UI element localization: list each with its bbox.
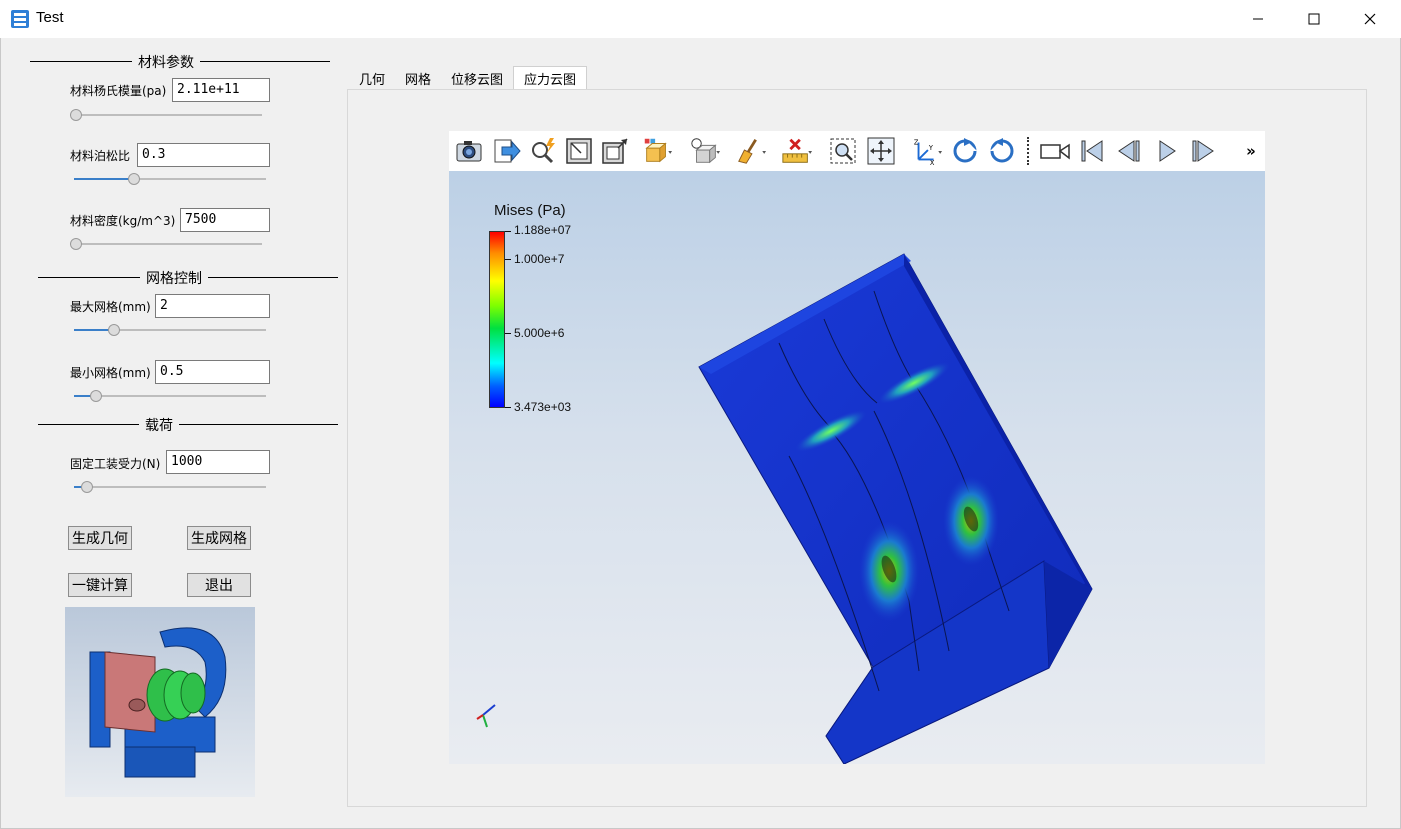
fit-icon[interactable] <box>563 135 595 167</box>
max-mesh-slider[interactable] <box>74 324 266 336</box>
3d-viewer[interactable]: ZYX » Mises (Pa) 1.188e+07 1.000e+7 5.00… <box>449 131 1265 764</box>
pan-icon[interactable] <box>865 135 897 167</box>
load-section-title: 载荷 <box>139 415 179 435</box>
query-icon[interactable] <box>527 135 559 167</box>
min-mesh-label: 最小网格(mm) <box>70 366 151 380</box>
rotate-ccw-icon[interactable] <box>986 135 1018 167</box>
stress-model <box>698 253 1093 764</box>
orientation-axes-icon <box>476 704 496 728</box>
maximize-icon <box>1308 13 1320 25</box>
more-icon[interactable]: » <box>1239 135 1263 167</box>
app-icon <box>11 10 29 28</box>
video-icon[interactable] <box>1039 135 1071 167</box>
compute-button[interactable]: 一键计算 <box>68 573 132 597</box>
slider-thumb[interactable] <box>128 173 140 185</box>
model-preview-image <box>65 607 255 797</box>
play-icon[interactable] <box>1151 135 1183 167</box>
maximize-button[interactable] <box>1286 0 1342 38</box>
fixture-force-input[interactable]: 1000 <box>166 450 270 474</box>
prev-frame-icon[interactable] <box>1113 135 1145 167</box>
close-button[interactable] <box>1342 0 1398 38</box>
close-icon <box>1364 13 1376 25</box>
generate-geometry-button[interactable]: 生成几何 <box>68 526 132 550</box>
tab-stress[interactable]: 应力云图 <box>513 66 588 90</box>
tab-geometry[interactable]: 几何 <box>349 66 395 90</box>
result-tabs: 几何 网格 位移云图 应力云图 <box>349 66 588 90</box>
density-slider[interactable] <box>70 238 262 250</box>
poisson-ratio-label: 材料泊松比 <box>70 149 131 163</box>
section-divider <box>38 424 338 425</box>
min-mesh-input[interactable]: 0.5 <box>155 360 270 384</box>
youngs-modulus-label: 材料杨氏模量(pa) <box>70 84 167 98</box>
rotate-cw-icon[interactable] <box>949 135 981 167</box>
minimize-icon <box>1253 18 1263 20</box>
slider-thumb[interactable] <box>70 109 82 121</box>
youngs-modulus-input[interactable]: 2.11e+11 <box>172 78 270 102</box>
slider-thumb[interactable] <box>90 390 103 402</box>
mesh-section-title: 网格控制 <box>140 268 208 288</box>
min-mesh-slider[interactable] <box>74 390 266 402</box>
svg-text:Y: Y <box>928 144 934 152</box>
max-mesh-label: 最大网格(mm) <box>70 300 151 314</box>
max-mesh-input[interactable]: 2 <box>155 294 270 318</box>
title-bar: Test <box>0 0 1401 38</box>
first-frame-icon[interactable] <box>1076 135 1108 167</box>
minimize-button[interactable] <box>1230 0 1286 38</box>
window-title: Test <box>36 9 64 26</box>
toolbar-separator <box>1027 137 1029 165</box>
render-view[interactable]: Mises (Pa) 1.188e+07 1.000e+7 5.000e+6 3… <box>449 171 1265 764</box>
exit-button[interactable]: 退出 <box>187 573 251 597</box>
density-input[interactable]: 7500 <box>180 208 270 232</box>
frame-icon[interactable] <box>599 135 631 167</box>
viewer-toolbar: Z YX » <box>449 131 1265 171</box>
material-section-title: 材料参数 <box>132 52 200 72</box>
youngs-modulus-slider[interactable] <box>70 109 262 121</box>
poisson-ratio-input[interactable]: 0.3 <box>137 143 270 167</box>
axes-icon[interactable]: Z YX <box>911 135 943 167</box>
zoom-box-icon[interactable] <box>827 135 859 167</box>
svg-text:Z: Z <box>914 138 919 146</box>
last-frame-icon[interactable] <box>1187 135 1219 167</box>
generate-mesh-button[interactable]: 生成网格 <box>187 526 251 550</box>
poisson-ratio-slider[interactable] <box>74 173 266 185</box>
tab-mesh[interactable]: 网格 <box>395 66 441 90</box>
camera-icon[interactable] <box>453 135 485 167</box>
slider-thumb[interactable] <box>70 238 82 250</box>
clean-icon[interactable] <box>735 135 767 167</box>
fixture-force-label: 固定工装受力(N) <box>70 457 161 471</box>
light-icon[interactable] <box>689 135 721 167</box>
density-label: 材料密度(kg/m^3) <box>70 214 176 228</box>
display-mode-icon[interactable] <box>641 135 673 167</box>
measure-icon[interactable] <box>781 135 813 167</box>
fixture-force-slider[interactable] <box>74 481 266 493</box>
tab-displacement[interactable]: 位移云图 <box>441 66 513 90</box>
svg-text:X: X <box>930 159 935 166</box>
export-icon[interactable] <box>491 135 523 167</box>
slider-thumb[interactable] <box>81 481 94 493</box>
slider-thumb[interactable] <box>108 324 121 336</box>
